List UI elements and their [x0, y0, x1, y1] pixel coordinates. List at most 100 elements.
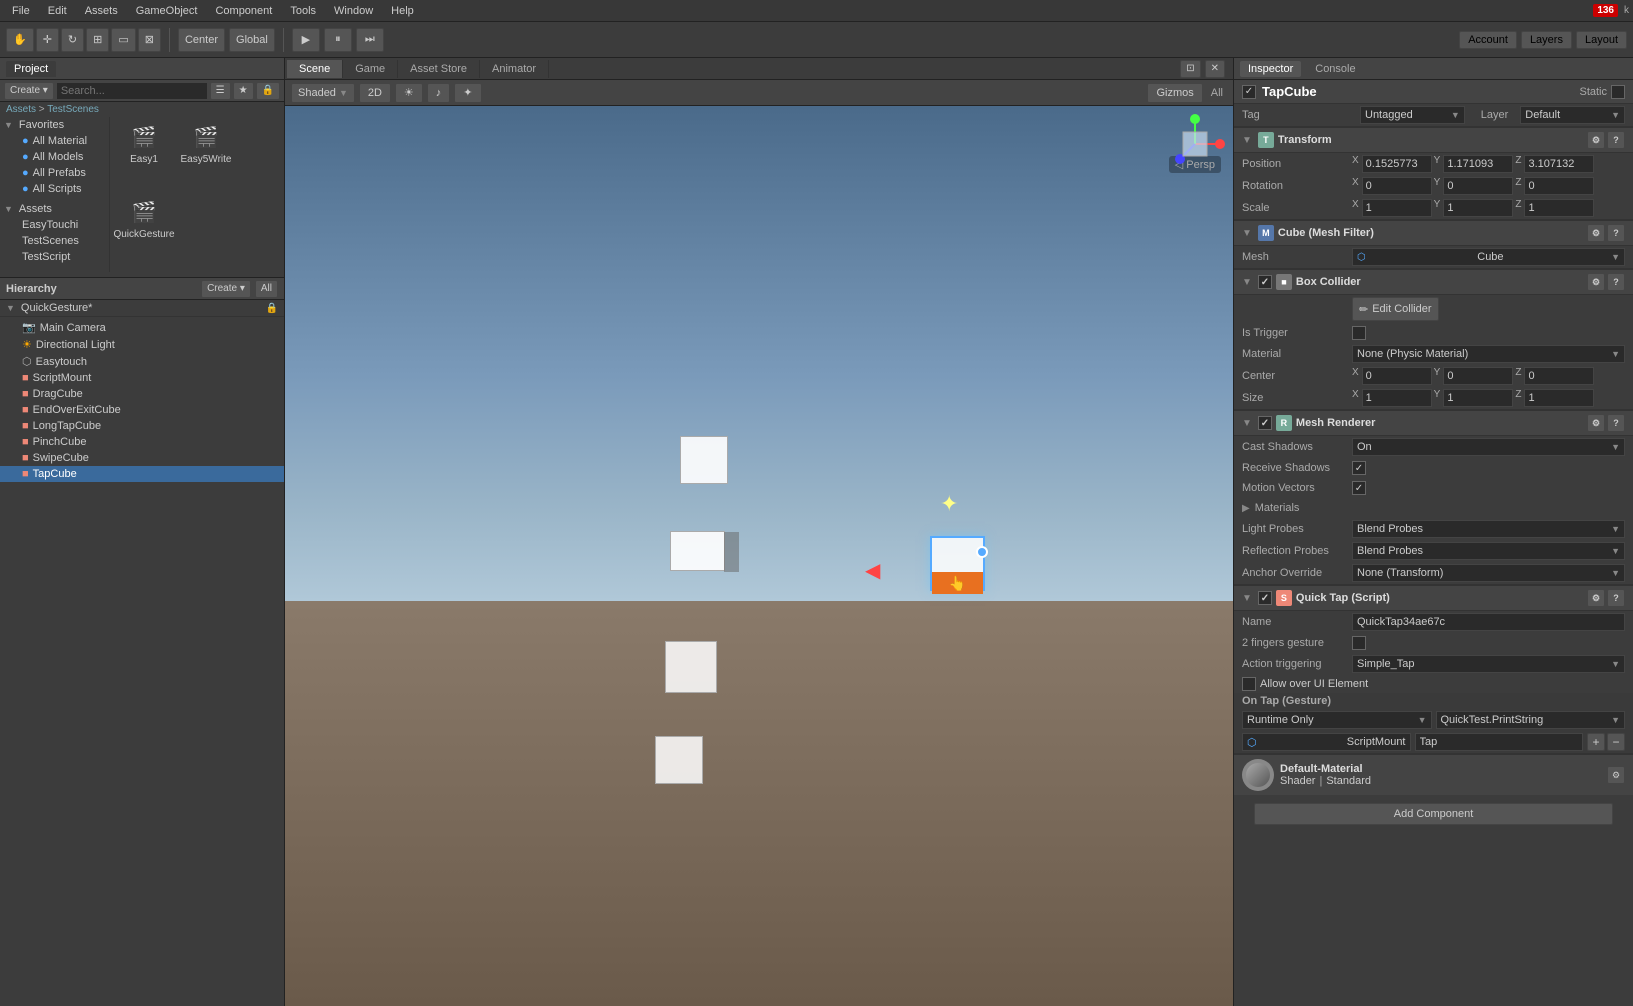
directional-light-item[interactable]: ☀ Directional Light	[0, 336, 284, 353]
scene-tab[interactable]: Scene	[287, 60, 343, 78]
all-materials-item[interactable]: ● All Material	[0, 133, 109, 149]
mesh-filter-menu-btn[interactable]: ⚙	[1587, 224, 1605, 242]
quick-gesture-item[interactable]: 🎬 QuickGesture	[114, 196, 174, 269]
center-btn[interactable]: Center	[178, 28, 225, 52]
tap-function-field[interactable]	[1415, 733, 1584, 751]
pos-y-field[interactable]	[1443, 155, 1513, 173]
menu-component[interactable]: Component	[207, 3, 280, 19]
project-tab[interactable]: Project	[6, 61, 56, 77]
rot-z-field[interactable]	[1524, 177, 1594, 195]
mesh-renderer-enable-checkbox[interactable]	[1258, 416, 1272, 430]
pinchcube-item[interactable]: ■ PinchCube	[0, 434, 284, 450]
transform-menu-btn[interactable]: ⚙	[1587, 131, 1605, 149]
hierarchy-all-btn[interactable]: All	[255, 280, 278, 298]
project-view-btn[interactable]: ☰	[210, 82, 231, 100]
scriptmount-item[interactable]: ■ ScriptMount	[0, 370, 284, 386]
gameobj-active-checkbox[interactable]	[1242, 85, 1256, 99]
easy5write-item[interactable]: 🎬 Easy5Write	[176, 121, 236, 194]
transform-tool-btn[interactable]: ⊠	[138, 28, 161, 52]
size-z-field[interactable]	[1524, 389, 1594, 407]
hand-tool-btn[interactable]: ✋	[6, 28, 34, 52]
function-name-dropdown[interactable]: QuickTest.PrintString ▼	[1436, 711, 1626, 729]
motion-vectors-checkbox[interactable]	[1352, 481, 1366, 495]
scale-y-field[interactable]	[1443, 199, 1513, 217]
scale-x-field[interactable]	[1362, 199, 1432, 217]
selected-cube[interactable]: 👆	[930, 536, 985, 591]
scriptmount-dropdown[interactable]: ⬡ ScriptMount	[1242, 733, 1411, 751]
animator-tab[interactable]: Animator	[480, 60, 549, 78]
swipecube-item[interactable]: ■ SwipeCube	[0, 450, 284, 466]
scale-z-field[interactable]	[1524, 199, 1594, 217]
lights-btn[interactable]: ☀	[395, 83, 423, 103]
rot-y-field[interactable]	[1443, 177, 1513, 195]
static-checkbox[interactable]	[1611, 85, 1625, 99]
layout-btn[interactable]: Layout	[1576, 31, 1627, 49]
game-tab[interactable]: Game	[343, 60, 398, 78]
menu-help[interactable]: Help	[383, 3, 422, 19]
mesh-dropdown[interactable]: ⬡ Cube ▼	[1352, 248, 1625, 266]
hierarchy-lock-btn[interactable]: 🔒	[266, 303, 278, 314]
longtapcube-item[interactable]: ■ LongTapCube	[0, 418, 284, 434]
breadcrumb-assets[interactable]: Assets	[6, 104, 36, 115]
all-scripts-item[interactable]: ● All Scripts	[0, 181, 109, 197]
move-tool-btn[interactable]: ✛	[36, 28, 59, 52]
project-create-btn[interactable]: Create ▾	[4, 82, 54, 100]
pause-btn[interactable]: ⏸	[324, 28, 352, 52]
menu-window[interactable]: Window	[326, 3, 381, 19]
scene-close-btn[interactable]: ✕	[1205, 60, 1225, 78]
box-collider-help-btn[interactable]: ?	[1607, 273, 1625, 291]
layer-dropdown[interactable]: Default ▼	[1520, 106, 1625, 124]
inspector-tab[interactable]: Inspector	[1240, 61, 1301, 77]
runtime-only-dropdown[interactable]: Runtime Only ▼	[1242, 711, 1432, 729]
rotate-tool-btn[interactable]: ↻	[61, 28, 84, 52]
material-menu-btn[interactable]: ⚙	[1607, 766, 1625, 784]
project-lock-btn[interactable]: 🔒	[256, 82, 280, 100]
qt-name-field[interactable]	[1352, 613, 1625, 631]
is-trigger-checkbox[interactable]	[1352, 326, 1366, 340]
center-x-field[interactable]	[1362, 367, 1432, 385]
menu-assets[interactable]: Assets	[77, 3, 126, 19]
cast-shadows-dropdown[interactable]: On ▼	[1352, 438, 1625, 456]
menu-gameobject[interactable]: GameObject	[128, 3, 206, 19]
qt-action-trigger-dropdown[interactable]: Simple_Tap ▼	[1352, 655, 1625, 673]
cube-4[interactable]	[655, 736, 703, 784]
anchor-override-dropdown[interactable]: None (Transform) ▼	[1352, 564, 1625, 582]
mesh-renderer-header[interactable]: ▼ R Mesh Renderer ⚙ ?	[1234, 409, 1633, 436]
allow-ui-checkbox[interactable]	[1242, 677, 1256, 691]
dragcube-item[interactable]: ■ DragCube	[0, 386, 284, 402]
receive-shadows-checkbox[interactable]	[1352, 461, 1366, 475]
pos-x-field[interactable]	[1362, 155, 1432, 173]
play-btn[interactable]: ▶	[292, 28, 320, 52]
easy-touch-item[interactable]: EasyTouchi	[0, 217, 109, 233]
box-collider-header[interactable]: ▼ ■ Box Collider ⚙ ?	[1234, 268, 1633, 295]
mesh-renderer-menu-btn[interactable]: ⚙	[1587, 414, 1605, 432]
step-btn[interactable]: ⏭	[356, 28, 384, 52]
center-z-field[interactable]	[1524, 367, 1594, 385]
rot-x-field[interactable]	[1362, 177, 1432, 195]
menu-tools[interactable]: Tools	[282, 3, 324, 19]
hierarchy-create-btn[interactable]: Create ▾	[201, 280, 251, 298]
rect-tool-btn[interactable]: ▭	[111, 28, 135, 52]
collider-material-dropdown[interactable]: None (Physic Material) ▼	[1352, 345, 1625, 363]
mesh-renderer-help-btn[interactable]: ?	[1607, 414, 1625, 432]
quick-tap-help-btn[interactable]: ?	[1607, 589, 1625, 607]
tapcube-item[interactable]: ■ TapCube	[0, 466, 284, 482]
shaded-dropdown[interactable]: Shaded ▼	[291, 83, 355, 103]
main-camera-item[interactable]: 📷 Main Camera	[0, 319, 284, 336]
global-btn[interactable]: Global	[229, 28, 275, 52]
scene-gizmo[interactable]	[1165, 114, 1225, 174]
console-tab[interactable]: Console	[1307, 61, 1363, 77]
menu-edit[interactable]: Edit	[40, 3, 75, 19]
asset-store-tab[interactable]: Asset Store	[398, 60, 480, 78]
transform-help-btn[interactable]: ?	[1607, 131, 1625, 149]
size-y-field[interactable]	[1443, 389, 1513, 407]
breadcrumb-testscenes[interactable]: TestScenes	[47, 104, 99, 115]
size-x-field[interactable]	[1362, 389, 1432, 407]
cube-3[interactable]	[665, 641, 717, 693]
box-collider-enable-checkbox[interactable]	[1258, 275, 1272, 289]
gizmos-btn[interactable]: Gizmos	[1147, 83, 1202, 103]
easy1-item[interactable]: 🎬 Easy1	[114, 121, 174, 194]
reflection-probes-dropdown[interactable]: Blend Probes ▼	[1352, 542, 1625, 560]
test-scenes-item[interactable]: TestScenes	[0, 233, 109, 249]
edit-collider-btn[interactable]: ✏ Edit Collider	[1352, 297, 1439, 321]
